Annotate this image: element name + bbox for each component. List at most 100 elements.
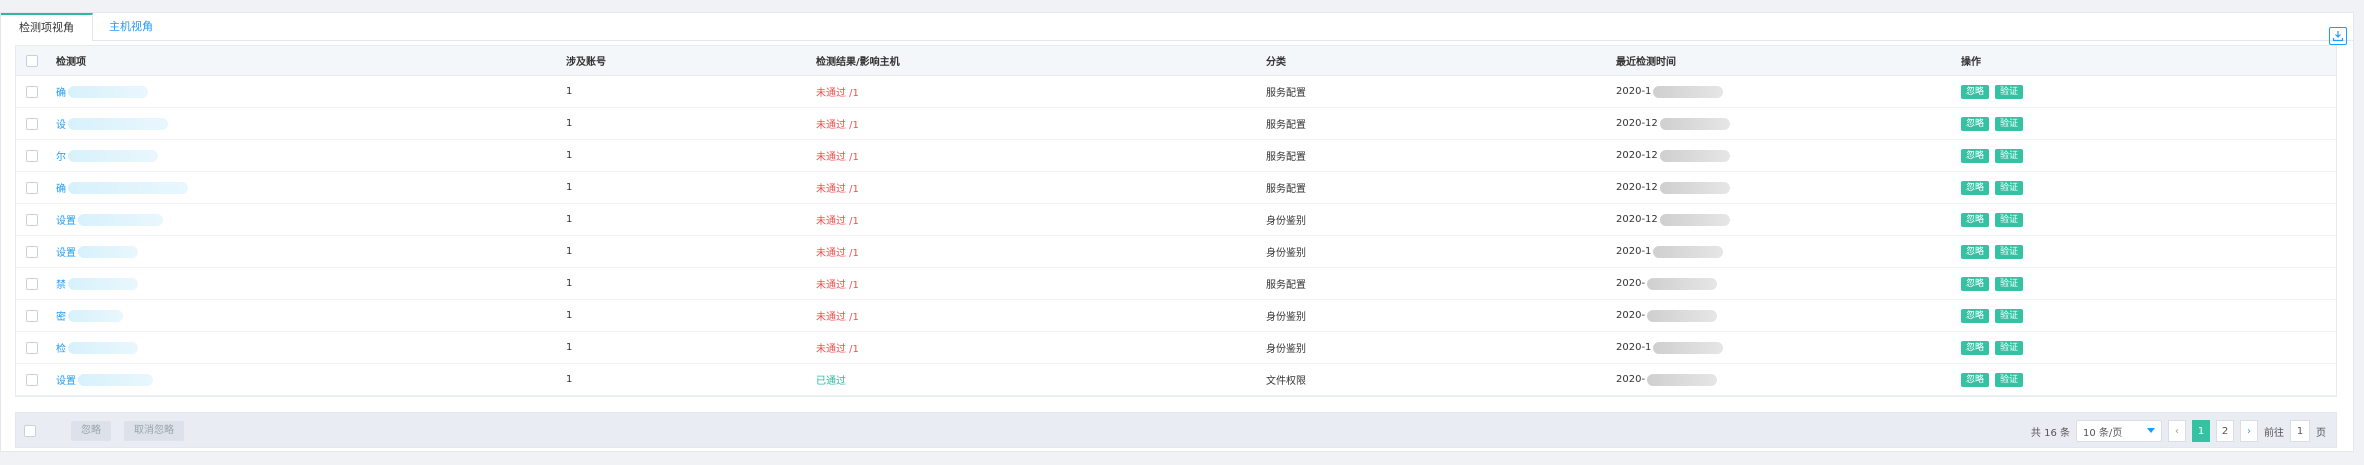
check-item-name[interactable]: 设置 <box>56 212 76 227</box>
row-checkbox[interactable] <box>26 204 38 235</box>
ignore-button[interactable]: 忽略 <box>1961 148 1990 163</box>
row-checkbox[interactable] <box>26 300 38 331</box>
account-count: 1 <box>566 246 573 257</box>
check-item-link[interactable]: 尔 <box>56 140 158 171</box>
last-check-time: 2020- <box>1616 364 1718 395</box>
ignore-button[interactable]: 忽略 <box>1961 84 1990 99</box>
row-checkbox[interactable] <box>26 236 38 267</box>
time-text: 2020- <box>1616 310 1646 321</box>
check-item-name[interactable]: 尔 <box>56 148 66 163</box>
row-checkbox[interactable] <box>26 268 38 299</box>
tab-check-item-view[interactable]: 检测项视角 <box>1 13 93 41</box>
verify-button[interactable]: 验证 <box>1995 340 2024 355</box>
category: 身份鉴别 <box>1266 248 1306 259</box>
table-row: 设 1 未通过 /1 服务配置 2020-12 忽略 验证 <box>16 108 2336 140</box>
check-item-link[interactable]: 确 <box>56 76 148 107</box>
verify-button[interactable]: 验证 <box>1995 116 2024 131</box>
header-op: 操作 <box>1961 57 1981 68</box>
check-item-name[interactable]: 密 <box>56 308 66 323</box>
pagination: 共 16 条 10 条/页 ‹ 1 2 › 前往 1 页 <box>2031 420 2326 442</box>
row-actions: 忽略 验证 <box>1961 140 2029 171</box>
check-item-link[interactable]: 设置 <box>56 236 138 267</box>
header-account: 涉及账号 <box>566 57 606 68</box>
ignore-button[interactable]: 忽略 <box>1961 116 1990 131</box>
verify-button[interactable]: 验证 <box>1995 212 2024 227</box>
check-item-name[interactable]: 确 <box>56 180 66 195</box>
check-item-link[interactable]: 设置 <box>56 364 153 395</box>
time-text: 2020- <box>1616 374 1646 385</box>
ignore-button[interactable]: 忽略 <box>1961 372 1990 387</box>
check-item-link[interactable]: 检 <box>56 332 138 363</box>
goto-page-input[interactable]: 1 <box>2290 420 2310 442</box>
ignore-button[interactable]: 忽略 <box>1961 276 1990 291</box>
ignore-button[interactable]: 忽略 <box>1961 308 1990 323</box>
check-item-link[interactable]: 设置 <box>56 204 163 235</box>
check-item-name[interactable]: 检 <box>56 340 66 355</box>
row-checkbox[interactable] <box>26 364 38 395</box>
ignore-button[interactable]: 忽略 <box>1961 244 1990 259</box>
category: 服务配置 <box>1266 184 1306 195</box>
prev-page-button[interactable]: ‹ <box>2168 420 2186 442</box>
verify-button[interactable]: 验证 <box>1995 180 2024 195</box>
verify-button[interactable]: 验证 <box>1995 148 2024 163</box>
category: 身份鉴别 <box>1266 312 1306 323</box>
verify-button[interactable]: 验证 <box>1995 372 2024 387</box>
last-check-time: 2020-12 <box>1616 204 1730 235</box>
header-time: 最近检测时间 <box>1616 57 1676 68</box>
row-checkbox[interactable] <box>26 332 38 363</box>
bulk-unignore-button[interactable]: 取消忽略 <box>124 421 184 441</box>
check-item-link[interactable]: 密 <box>56 300 123 331</box>
check-result: 已通过 <box>816 376 846 387</box>
verify-button[interactable]: 验证 <box>1995 84 2024 99</box>
redacted-text <box>68 85 148 98</box>
header-category: 分类 <box>1266 57 1286 68</box>
check-item-link[interactable]: 禁 <box>56 268 138 299</box>
table-row: 设置 1 未通过 /1 身份鉴别 2020-12 忽略 验证 <box>16 204 2336 236</box>
verify-button[interactable]: 验证 <box>1995 276 2024 291</box>
page-1-button[interactable]: 1 <box>2192 420 2210 442</box>
category: 文件权限 <box>1266 376 1306 387</box>
time-text: 2020-12 <box>1616 150 1658 161</box>
row-actions: 忽略 验证 <box>1961 108 2029 139</box>
last-check-time: 2020-12 <box>1616 108 1730 139</box>
row-actions: 忽略 验证 <box>1961 172 2029 203</box>
account-count: 1 <box>566 310 573 321</box>
table-body: 确 1 未通过 /1 服务配置 2020-1 忽略 验证 设 1 未通过 /1 服… <box>16 76 2336 396</box>
bulk-ignore-button[interactable]: 忽略 <box>71 421 111 441</box>
check-item-name[interactable]: 设 <box>56 116 66 131</box>
ignore-button[interactable]: 忽略 <box>1961 180 1990 195</box>
row-checkbox[interactable] <box>26 140 38 171</box>
check-item-name[interactable]: 确 <box>56 84 66 99</box>
row-actions: 忽略 验证 <box>1961 268 2029 299</box>
time-text: 2020-12 <box>1616 118 1658 129</box>
category: 服务配置 <box>1266 280 1306 291</box>
row-checkbox[interactable] <box>26 108 38 139</box>
verify-button[interactable]: 验证 <box>1995 308 2024 323</box>
time-text: 2020-1 <box>1616 246 1652 257</box>
check-item-name[interactable]: 设置 <box>56 244 76 259</box>
header-result: 检测结果/影响主机 <box>816 57 900 68</box>
next-page-button[interactable]: › <box>2240 420 2258 442</box>
redacted-text <box>68 149 158 162</box>
row-checkbox[interactable] <box>26 76 38 107</box>
row-checkbox[interactable] <box>26 172 38 203</box>
check-item-name[interactable]: 禁 <box>56 276 66 291</box>
account-count: 1 <box>566 182 573 193</box>
check-item-link[interactable]: 确 <box>56 172 188 203</box>
account-count: 1 <box>566 374 573 385</box>
tab-host-view[interactable]: 主机视角 <box>97 13 165 41</box>
ignore-button[interactable]: 忽略 <box>1961 340 1990 355</box>
page-2-button[interactable]: 2 <box>2216 420 2234 442</box>
export-icon[interactable] <box>2329 27 2347 45</box>
verify-button[interactable]: 验证 <box>1995 244 2024 259</box>
check-item-link[interactable]: 设 <box>56 108 168 139</box>
row-actions: 忽略 验证 <box>1961 76 2029 107</box>
check-item-name[interactable]: 设置 <box>56 372 76 387</box>
select-all-checkbox[interactable] <box>26 46 38 75</box>
table-row: 尔 1 未通过 /1 服务配置 2020-12 忽略 验证 <box>16 140 2336 172</box>
page-size-select[interactable]: 10 条/页 <box>2076 420 2162 442</box>
ignore-button[interactable]: 忽略 <box>1961 212 1990 227</box>
footer-select-checkbox[interactable] <box>24 413 36 449</box>
last-check-time: 2020- <box>1616 300 1718 331</box>
redacted-text <box>1659 213 1730 226</box>
